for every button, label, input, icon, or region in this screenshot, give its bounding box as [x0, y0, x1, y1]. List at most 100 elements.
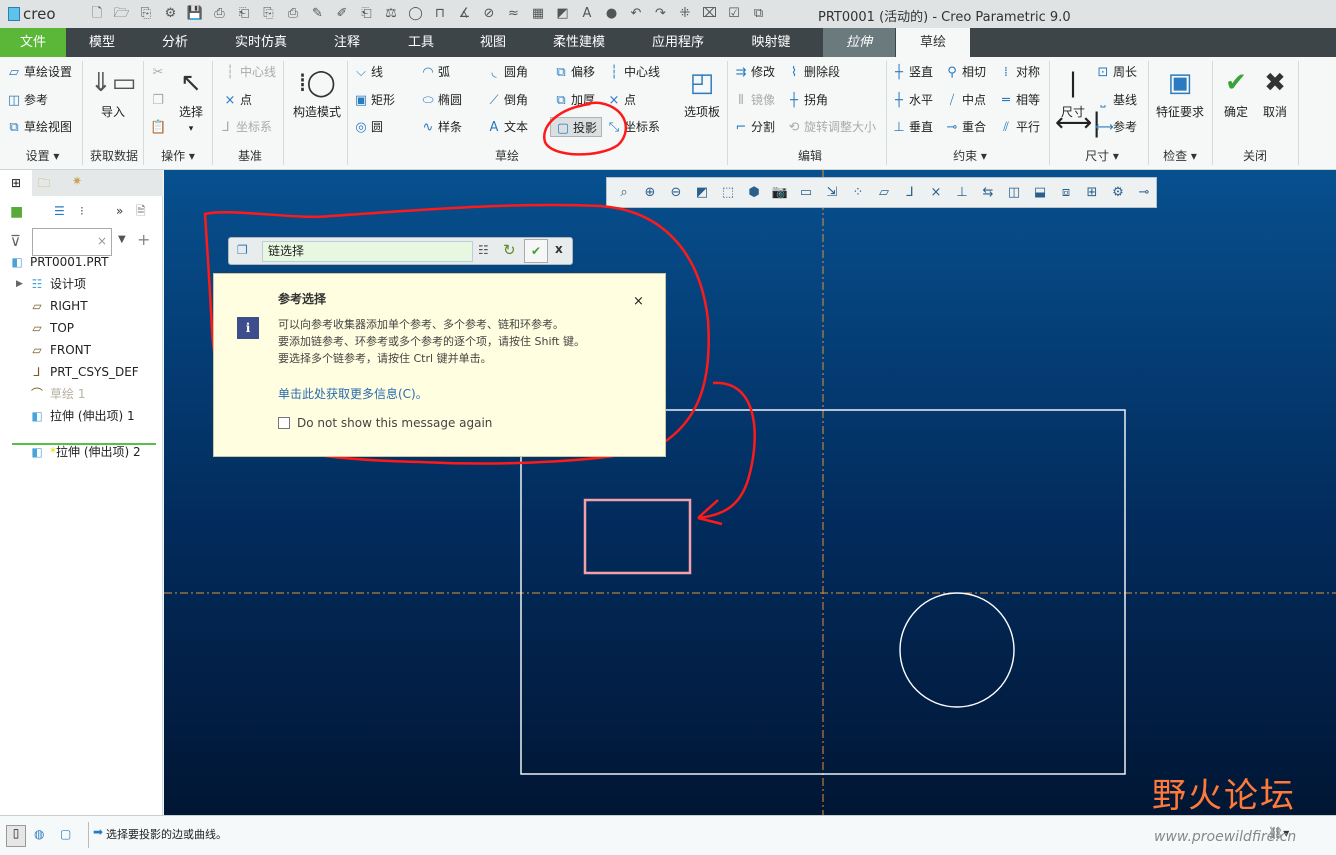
ribbon-button[interactable]: ⤡ 坐标系: [606, 117, 660, 137]
more-info-link[interactable]: 单击此处获取更多信息(C)。: [278, 385, 428, 402]
checkbox-icon[interactable]: [278, 417, 290, 429]
select-icon[interactable]: ☑: [725, 6, 743, 22]
ribbon-button[interactable]: ⫽ 平行: [998, 117, 1040, 137]
text-icon[interactable]: A: [578, 6, 596, 22]
diameter-icon[interactable]: ⊘: [480, 6, 498, 22]
tab-analysis[interactable]: 分析: [142, 28, 208, 57]
group-setup[interactable]: 设置 ▾: [20, 147, 65, 164]
tree-columns-icon[interactable]: ⁝: [80, 204, 84, 218]
ribbon-button[interactable]: ⫴ 镜像: [733, 90, 775, 110]
datum-point-button[interactable]: × 点: [222, 90, 252, 110]
sketch-display-icon[interactable]: ◫: [1003, 185, 1025, 200]
import-button[interactable]: ⇓▭ 导入: [90, 63, 136, 120]
copy-icon[interactable]: ⎘: [260, 6, 278, 22]
details-icon[interactable]: 🗎: [136, 202, 146, 223]
chain-select-field[interactable]: 链选择: [262, 241, 473, 262]
ribbon-button[interactable]: A 文本: [486, 117, 528, 137]
fullscreen-icon[interactable]: ▢: [60, 827, 71, 841]
color-icon[interactable]: ▦: [529, 6, 547, 22]
ribbon-button[interactable]: ⌐ 分割: [733, 117, 775, 137]
point-display-icon[interactable]: ×: [925, 185, 947, 200]
save-icon[interactable]: 💾: [186, 6, 204, 22]
model-tree-item[interactable]: ◧ 拉伸 (伸出项) 1: [28, 406, 134, 426]
select-button[interactable]: ↖ 选择 ▾: [174, 63, 208, 134]
close-icon[interactable]: ✎: [309, 6, 327, 22]
constraint-display-icon[interactable]: ⊞: [1081, 185, 1103, 200]
ribbon-button[interactable]: ⟋ 倒角: [486, 90, 528, 110]
tab-extrude[interactable]: 拉伸: [823, 28, 895, 57]
palette-button[interactable]: ◰ 选项板: [682, 63, 722, 120]
ok-button[interactable]: ✔ 确定: [1219, 63, 1253, 120]
ribbon-button[interactable]: ⊡ 周长: [1095, 62, 1137, 82]
ribbon-button[interactable]: ⎵ 基线: [1095, 90, 1137, 110]
group-inspect[interactable]: 检查 ▾: [1158, 147, 1202, 164]
cut-button[interactable]: ✂: [150, 62, 168, 82]
sketch-setup-button[interactable]: ▱ 草绘设置: [6, 62, 72, 82]
window-icon[interactable]: ⧉: [750, 6, 768, 22]
clear-icon[interactable]: ×: [97, 234, 107, 248]
save-as-icon[interactable]: ⎙: [211, 6, 229, 22]
grid-display-icon[interactable]: ⚙: [1107, 185, 1129, 200]
datum-centerline-button[interactable]: ┆ 中心线: [222, 62, 276, 82]
tab-model[interactable]: 模型: [70, 28, 134, 57]
ribbon-button[interactable]: ⬭ 椭圆: [420, 90, 462, 110]
group-dimension[interactable]: 尺寸 ▾: [1080, 147, 1124, 164]
view-manager-icon[interactable]: 📷: [769, 185, 791, 200]
tab-flexible-modeling[interactable]: 柔性建模: [538, 28, 620, 57]
show-icon[interactable]: ■: [10, 204, 23, 220]
spin-center-icon[interactable]: ⇆: [977, 185, 999, 200]
ribbon-button[interactable]: ◎ 圆: [353, 117, 383, 137]
open-icon[interactable]: 🗁: [113, 6, 131, 22]
model-tree-item[interactable]: ⌒ 草绘 1: [28, 384, 85, 404]
shading-icon[interactable]: ◯: [407, 6, 425, 22]
ribbon-button[interactable]: ⧉ 偏移: [553, 62, 595, 82]
references-button[interactable]: ◫ 参考: [6, 90, 48, 110]
graphics-window[interactable]: [164, 170, 1336, 815]
measure-icon[interactable]: ⚖: [382, 6, 400, 22]
axis-display-icon[interactable]: ⅃: [899, 185, 921, 200]
accept-checkmark-icon[interactable]: ✔: [524, 239, 548, 263]
ribbon-button[interactable]: ┼ 竖直: [891, 62, 933, 82]
ribbon-button[interactable]: ⧉ 加厚: [553, 90, 595, 110]
refresh-icon[interactable]: ↻: [503, 241, 516, 259]
collector-type-icon[interactable]: ❐: [237, 243, 248, 257]
ribbon-button[interactable]: ┼ 水平: [891, 90, 933, 110]
expand-arrow-icon[interactable]: ▶: [16, 274, 23, 294]
ribbon-button[interactable]: ⚲ 相切: [944, 62, 986, 82]
close-icon[interactable]: ×: [633, 294, 644, 309]
repaint-icon[interactable]: ◩: [691, 185, 713, 200]
tab-file[interactable]: 文件: [0, 28, 66, 57]
backup-icon[interactable]: ⎗: [235, 6, 253, 22]
saved-views-icon[interactable]: ⬢: [743, 185, 765, 200]
model-tree-item[interactable]: ⅃ PRT_CSYS_DEF: [28, 362, 139, 382]
ribbon-button[interactable]: ◟ 圆角: [486, 62, 528, 82]
plane-display-icon[interactable]: ▱: [873, 185, 895, 200]
paste-button[interactable]: 📋: [150, 117, 168, 137]
navigator-toggle-icon[interactable]: ▯: [6, 825, 26, 847]
ribbon-button[interactable]: ═ 相等: [998, 90, 1040, 110]
existing-edge-highlight[interactable]: [583, 498, 692, 575]
close-window-icon[interactable]: ⌧: [701, 6, 719, 22]
model-tree-item[interactable]: ▱ TOP: [28, 318, 74, 338]
sketch-view-button[interactable]: ⧉ 草绘视图: [6, 117, 72, 137]
close-icon[interactable]: x: [555, 242, 563, 256]
favorites-tab-icon[interactable]: ✷: [72, 174, 82, 188]
new-icon[interactable]: 🗋: [88, 6, 106, 22]
tree-settings-icon[interactable]: ☰: [54, 204, 65, 218]
ribbon-button[interactable]: ⟲ 旋转调整大小: [786, 117, 876, 137]
group-operations[interactable]: 操作 ▾: [152, 147, 204, 164]
annotation-display-icon[interactable]: ⇲: [821, 185, 843, 200]
ribbon-button[interactable]: × 点: [606, 90, 636, 110]
ribbon-button[interactable]: ⌵ 线: [353, 62, 383, 82]
vertex-display-icon[interactable]: ⊸: [1133, 185, 1155, 200]
cancel-button[interactable]: ✖ 取消: [1258, 63, 1292, 120]
ribbon-button[interactable]: ∿ 样条: [420, 117, 462, 137]
construction-mode-button[interactable]: ⁞◯ 构造模式: [290, 63, 344, 120]
details-list-icon[interactable]: ☷: [478, 243, 489, 257]
display-style-icon[interactable]: ⬚: [717, 185, 739, 200]
group-constrain[interactable]: 约束 ▾: [948, 147, 992, 164]
tab-applications[interactable]: 应用程序: [636, 28, 720, 57]
ribbon-button[interactable]: ⇉ 修改: [733, 62, 775, 82]
datum-display-icon[interactable]: ⁘: [847, 185, 869, 200]
zoom-in-icon[interactable]: ⊕: [639, 185, 661, 200]
